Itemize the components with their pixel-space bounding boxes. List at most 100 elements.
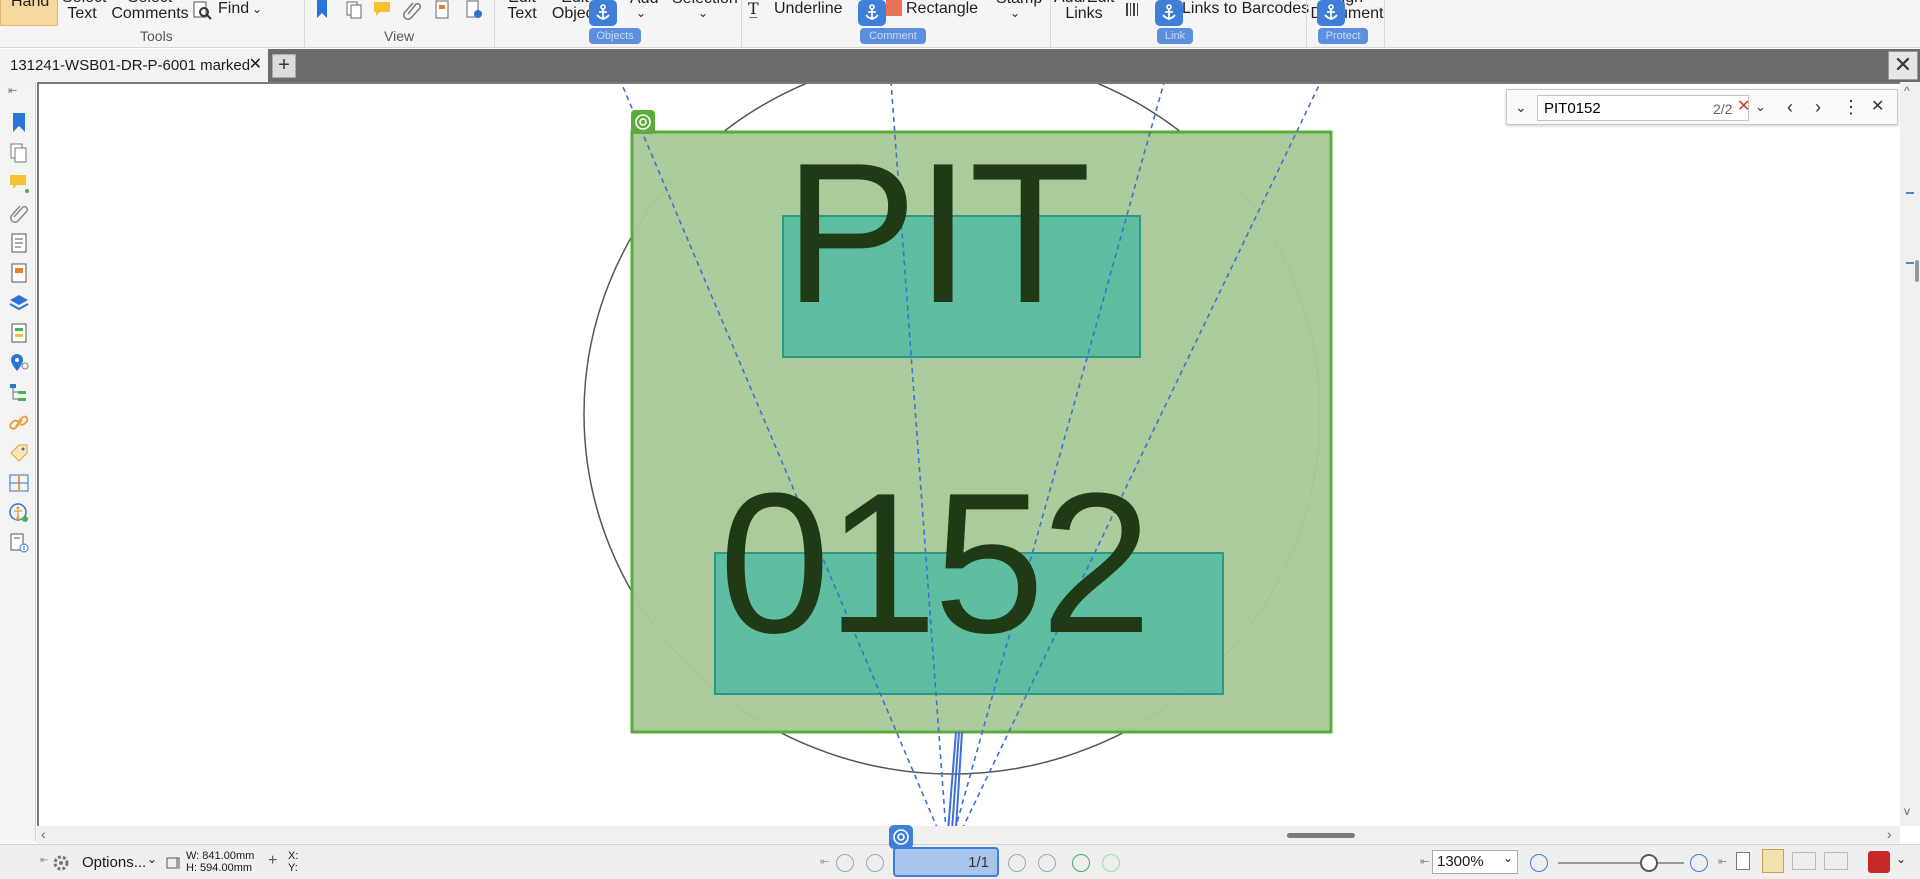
- next-page-icon[interactable]: [1008, 854, 1026, 872]
- scroll-thumb[interactable]: [1287, 833, 1355, 838]
- previous-match-icon[interactable]: ‹: [1787, 96, 1793, 118]
- last-page-icon[interactable]: [1038, 854, 1056, 872]
- underline-icon: T̲: [748, 0, 759, 18]
- rectangle-icon: [886, 0, 902, 16]
- underline-button[interactable]: T̲ Underline: [748, 0, 848, 22]
- edit-text-label: Edit Text: [507, 0, 537, 22]
- find-button[interactable]: Find ⌄: [192, 0, 264, 22]
- link-anchor-tag: Link: [1157, 28, 1193, 44]
- attachments-icon[interactable]: [8, 202, 30, 224]
- document-canvas[interactable]: PIT 0152: [37, 82, 1900, 826]
- target-icon[interactable]: [631, 110, 655, 134]
- previous-page-icon[interactable]: [866, 854, 884, 872]
- objects-anchor-tag: Objects: [589, 28, 641, 44]
- select-comments-button[interactable]: Select Comments: [110, 0, 190, 26]
- scroll-down-icon[interactable]: v: [1904, 804, 1910, 818]
- protect-anchor-icon[interactable]: [1317, 0, 1345, 26]
- compare-icon[interactable]: [8, 472, 30, 494]
- attachment-icon[interactable]: [402, 0, 422, 20]
- target-icon[interactable]: [889, 825, 913, 849]
- horizontal-scrollbar[interactable]: ‹ ›: [37, 826, 1900, 844]
- first-page-icon[interactable]: [836, 854, 854, 872]
- continuous-page-icon[interactable]: [1762, 849, 1784, 873]
- match-count: 2/2: [1713, 101, 1733, 117]
- document-properties-icon[interactable]: [432, 0, 452, 20]
- vertical-scrollbar[interactable]: ^ v: [1900, 82, 1920, 826]
- accessibility-icon[interactable]: [8, 502, 30, 524]
- comment-icon[interactable]: [372, 0, 392, 20]
- view-group-label: View: [384, 28, 415, 44]
- scroll-thumb[interactable]: [1915, 260, 1919, 282]
- select-text-button[interactable]: Select Text: [62, 0, 106, 26]
- page-labels-icon[interactable]: [8, 232, 30, 254]
- dimensions-icon: [166, 857, 180, 869]
- new-tab-button[interactable]: +: [272, 54, 296, 78]
- links-panel-icon[interactable]: [8, 412, 30, 434]
- options-button[interactable]: Options...: [82, 854, 146, 871]
- link-anchor-icon[interactable]: [1155, 0, 1183, 26]
- settings-document-icon[interactable]: [464, 0, 484, 20]
- annotation-text-number: 0152: [719, 452, 1152, 675]
- comments-panel-icon[interactable]: [8, 172, 30, 194]
- chevron-down-icon: ⌄: [1502, 851, 1513, 865]
- page-number-box[interactable]: [893, 847, 999, 877]
- scroll-left-icon[interactable]: ‹: [41, 826, 46, 842]
- zoom-slider-thumb[interactable]: [1640, 854, 1658, 872]
- stamp-button[interactable]: Stamp ⌄: [996, 0, 1042, 26]
- bookmark-icon[interactable]: [312, 0, 332, 20]
- tools-group-label: Tools: [140, 28, 173, 44]
- page-number-input[interactable]: [895, 849, 995, 875]
- continuous-facing-icon[interactable]: [1824, 852, 1848, 870]
- links-to-barcodes-button[interactable]: Links to Barcodes: [1124, 0, 1309, 22]
- gear-icon[interactable]: [52, 854, 74, 872]
- forward-view-icon[interactable]: [1102, 854, 1120, 872]
- underline-label: Underline: [774, 0, 843, 17]
- tags-icon[interactable]: [8, 442, 30, 464]
- pdf-icon[interactable]: [1868, 851, 1890, 873]
- objects-anchor-icon[interactable]: [589, 0, 617, 26]
- document-tab-strip: 131241-WSB01-DR-P-6001 marked ✕ + ✕: [0, 49, 1920, 82]
- document-details-icon[interactable]: [8, 532, 30, 554]
- comment-anchor-icon[interactable]: [858, 0, 886, 26]
- facing-pages-icon[interactable]: [1792, 852, 1816, 870]
- collapse-icon[interactable]: ⇤: [1420, 855, 1429, 868]
- document-info-icon[interactable]: [8, 262, 30, 284]
- selection-button[interactable]: Selection ⌄: [672, 0, 752, 26]
- bookmarks-icon[interactable]: [8, 112, 30, 134]
- scroll-up-icon[interactable]: ^: [1904, 84, 1910, 98]
- collapse-icon[interactable]: ⇤: [40, 855, 48, 866]
- scroll-right-icon[interactable]: ›: [1887, 826, 1892, 842]
- zoom-select[interactable]: 1300% ⌄: [1432, 850, 1518, 874]
- single-page-icon[interactable]: [1736, 852, 1750, 870]
- pages-icon[interactable]: [344, 0, 364, 20]
- structure-tree-icon[interactable]: [8, 382, 30, 404]
- clear-search-icon[interactable]: ✕: [1737, 96, 1750, 118]
- rectangle-button[interactable]: Rectangle: [886, 0, 986, 22]
- zoom-in-icon[interactable]: [1690, 854, 1708, 872]
- hand-tool-button[interactable]: Hand: [0, 0, 58, 26]
- location-pin-icon[interactable]: [8, 352, 30, 374]
- collapse-sidebar-icon[interactable]: ⇤: [8, 84, 17, 97]
- chevron-down-icon[interactable]: ⌄: [147, 852, 157, 866]
- back-view-icon[interactable]: [1072, 854, 1090, 872]
- page-thumbnails-icon[interactable]: [8, 142, 30, 164]
- layers-icon[interactable]: [8, 292, 30, 314]
- collapse-icon[interactable]: ⇤: [1718, 855, 1727, 868]
- close-document-button[interactable]: ✕: [1888, 51, 1918, 80]
- close-icon[interactable]: ✕: [1871, 96, 1884, 118]
- add-edit-links-button[interactable]: Add/Edit Links: [1054, 0, 1114, 26]
- form-fields-icon[interactable]: [8, 322, 30, 344]
- crosshair-icon: +: [268, 852, 278, 869]
- chevron-down-icon[interactable]: ⌄: [1755, 96, 1766, 118]
- chevron-down-icon[interactable]: ⌄: [1896, 852, 1906, 866]
- collapse-icon[interactable]: ⇤: [820, 855, 829, 868]
- more-options-icon[interactable]: ⋮: [1842, 96, 1860, 118]
- zoom-slider-track[interactable]: [1558, 862, 1684, 864]
- close-icon[interactable]: ✕: [249, 54, 262, 74]
- edit-text-button[interactable]: Edit Text: [502, 0, 542, 26]
- zoom-out-icon[interactable]: [1530, 854, 1548, 872]
- document-tab[interactable]: 131241-WSB01-DR-P-6001 marked ✕: [0, 49, 268, 82]
- add-button[interactable]: Add ⌄: [620, 0, 670, 26]
- next-match-icon[interactable]: ›: [1815, 96, 1821, 118]
- chevron-down-icon[interactable]: ⌄: [1515, 96, 1527, 118]
